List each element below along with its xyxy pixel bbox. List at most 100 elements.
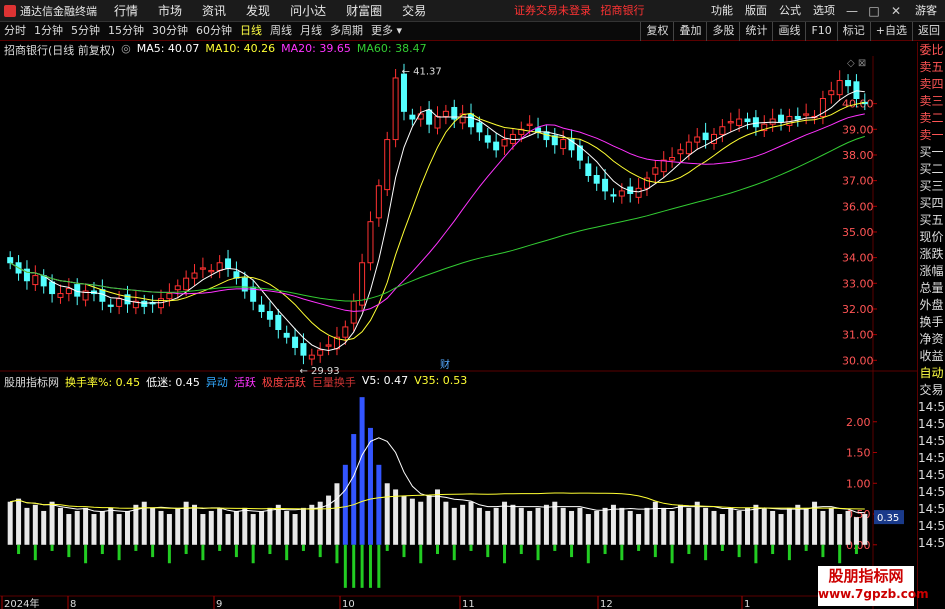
negative-bar xyxy=(234,544,238,558)
candle-body xyxy=(476,122,483,133)
turnover-bar xyxy=(786,507,792,545)
side-item[interactable]: 卖三 xyxy=(918,93,945,110)
turnover-bar xyxy=(527,510,533,545)
abnormal-label: 异动 xyxy=(205,376,228,389)
side-item[interactable]: 14:56 xyxy=(918,535,945,552)
adjust-button[interactable]: 复权 xyxy=(640,22,673,41)
turnover-bar xyxy=(594,510,600,545)
period-monthly[interactable]: 月线 xyxy=(296,22,326,40)
finance-event-marker: 财 xyxy=(440,358,450,371)
broker-login-status[interactable]: 证券交易未登录 xyxy=(514,4,591,17)
f10-button[interactable]: F10 xyxy=(805,22,836,41)
side-item[interactable]: 14:56 xyxy=(918,450,945,467)
side-item[interactable]: 外盘 xyxy=(918,297,945,314)
turnover-bar xyxy=(225,514,231,545)
turnover-bar xyxy=(745,507,751,545)
turnover-bar xyxy=(560,507,566,545)
side-item[interactable]: 14:56 xyxy=(918,501,945,518)
turnover-bar xyxy=(543,504,549,545)
menu-market[interactable]: 市场 xyxy=(148,0,192,22)
side-item[interactable]: 卖四 xyxy=(918,76,945,93)
period-60min[interactable]: 60分钟 xyxy=(192,22,236,40)
menu-options[interactable]: 选项 xyxy=(807,0,841,22)
draw-line-button[interactable]: 画线 xyxy=(772,22,805,41)
period-15min[interactable]: 15分钟 xyxy=(104,22,148,40)
price-tick-label: 36.00 xyxy=(842,200,874,213)
indicator-info: 股朋指标网 换手率%: 0.45 低迷: 0.45 异动 活跃 极度活跃 巨量换… xyxy=(4,374,467,389)
period-more[interactable]: 更多 ▾ xyxy=(367,22,406,40)
side-item[interactable]: 14:56 xyxy=(918,467,945,484)
menu-layout[interactable]: 版面 xyxy=(739,0,773,22)
side-item[interactable]: 换手 xyxy=(918,314,945,331)
menu-news[interactable]: 资讯 xyxy=(192,0,236,22)
menu-trade[interactable]: 交易 xyxy=(392,0,436,22)
turnover-bar xyxy=(619,507,625,545)
maximize-icon[interactable]: □ xyxy=(863,0,885,22)
menu-function[interactable]: 功能 xyxy=(705,0,739,22)
period-5min[interactable]: 5分钟 xyxy=(67,22,104,40)
period-multi[interactable]: 多周期 xyxy=(326,22,367,40)
side-item[interactable]: 14:56 xyxy=(918,518,945,535)
menu-quotes[interactable]: 行情 xyxy=(104,0,148,22)
menu-discover[interactable]: 发现 xyxy=(236,0,280,22)
turnover-bar xyxy=(267,507,273,545)
stats-button[interactable]: 统计 xyxy=(739,22,772,41)
candle-body xyxy=(652,167,659,175)
side-item[interactable]: 卖五 xyxy=(918,59,945,76)
app-logo: 通达信金融终端 xyxy=(0,3,104,19)
side-item[interactable]: 买三 xyxy=(918,178,945,195)
candle-body xyxy=(836,80,843,96)
turnover-bar xyxy=(703,507,709,545)
side-item[interactable]: 委比 xyxy=(918,42,945,59)
menu-wealth[interactable]: 财富圈 xyxy=(336,0,392,22)
period-toolbar: 分时 1分钟 5分钟 15分钟 30分钟 60分钟 日线 周线 月线 多周期 更… xyxy=(0,22,945,41)
period-1min[interactable]: 1分钟 xyxy=(30,22,67,40)
stock-name-link[interactable]: 招商银行 xyxy=(601,4,645,17)
guest-label[interactable]: 游客 xyxy=(907,0,945,22)
overlay-button[interactable]: 叠加 xyxy=(673,22,706,41)
side-item[interactable]: 卖二 xyxy=(918,110,945,127)
close-icon[interactable]: ✕ xyxy=(885,0,907,22)
side-item[interactable]: 买一 xyxy=(918,144,945,161)
side-item[interactable]: 买四 xyxy=(918,195,945,212)
side-item[interactable]: 买五 xyxy=(918,212,945,229)
menu-formula[interactable]: 公式 xyxy=(773,0,807,22)
side-item[interactable]: 卖一 xyxy=(918,127,945,144)
multi-stock-button[interactable]: 多股 xyxy=(706,22,739,41)
turnover-bar xyxy=(108,507,114,545)
side-item[interactable]: 现价 xyxy=(918,229,945,246)
chart-area[interactable]: 40.0039.0038.0037.0036.0035.0034.0033.00… xyxy=(0,56,917,609)
ma10-readout: MA10: 40.26 xyxy=(205,42,276,55)
add-watchlist-button[interactable]: +自选 xyxy=(869,22,912,41)
side-item[interactable]: 14:56 xyxy=(918,416,945,433)
turnover-bar xyxy=(510,504,516,545)
mark-button[interactable]: 标记 xyxy=(836,22,870,41)
side-item[interactable]: 14:56 xyxy=(918,433,945,450)
turnover-bar xyxy=(669,510,675,545)
back-button[interactable]: 返回 xyxy=(912,22,945,41)
minimize-icon[interactable]: — xyxy=(841,0,863,22)
period-30min[interactable]: 30分钟 xyxy=(148,22,192,40)
settings-icon[interactable]: ◎ xyxy=(121,42,131,56)
side-item[interactable]: 涨跌 xyxy=(918,246,945,263)
side-item[interactable]: 涨幅 xyxy=(918,263,945,280)
side-item[interactable]: 买二 xyxy=(918,161,945,178)
period-weekly[interactable]: 周线 xyxy=(266,22,296,40)
turnover-bar xyxy=(133,504,139,545)
side-item[interactable]: 收益 xyxy=(918,348,945,365)
broker-status[interactable]: 证券交易未登录 招商银行 xyxy=(514,0,645,22)
period-daily[interactable]: 日线 xyxy=(236,22,266,40)
negative-bar xyxy=(167,544,171,564)
side-item[interactable]: 交易 xyxy=(918,382,945,399)
negative-bar xyxy=(301,544,305,551)
side-item[interactable]: 净资 xyxy=(918,331,945,348)
side-item[interactable]: 14:56 xyxy=(918,484,945,501)
menu-ask[interactable]: 问小达 xyxy=(280,0,336,22)
side-item[interactable]: 自动 xyxy=(918,365,945,382)
turnover-bar xyxy=(401,495,407,545)
candle-body xyxy=(769,118,776,125)
side-item[interactable]: 总量 xyxy=(918,280,945,297)
candle-body xyxy=(618,190,625,197)
side-item[interactable]: 14:56 xyxy=(918,399,945,416)
period-intraday[interactable]: 分时 xyxy=(0,22,30,40)
